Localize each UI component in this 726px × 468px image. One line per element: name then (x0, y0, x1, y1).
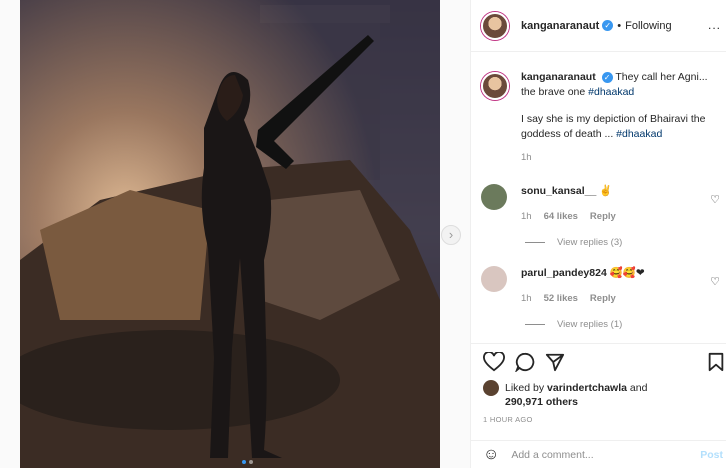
view-replies-link[interactable]: View replies (3) (525, 237, 622, 248)
caption-hashtag-2[interactable]: #dhaakad (616, 128, 662, 140)
likes-summary: Liked by varindertchawla and 290,971 oth… (483, 380, 647, 409)
following-button[interactable]: Following (625, 20, 671, 32)
comment-meta: 1h 52 likes Reply (521, 293, 645, 304)
author-username[interactable]: kanganaranaut (521, 20, 599, 32)
bookmark-icon[interactable] (707, 352, 725, 372)
likes-count[interactable]: 290,971 others (505, 396, 578, 408)
post-timestamp[interactable]: 1 HOUR AGO (483, 415, 533, 424)
reply-button[interactable]: Reply (590, 293, 616, 304)
comment-time: 1h (521, 293, 532, 304)
caption-hashtag-1[interactable]: #dhaakad (588, 86, 634, 98)
commenter-username[interactable]: parul_pandey824 (521, 267, 607, 279)
comment-time: 1h (521, 211, 532, 222)
comment-body: sonu_kansal__ ✌ 1h 64 likes Reply (521, 184, 616, 222)
caption-username[interactable]: kanganaranaut (521, 71, 596, 83)
liker-avatar[interactable] (483, 380, 499, 396)
replies-divider (525, 324, 545, 325)
commenter-avatar[interactable] (481, 266, 507, 292)
comment-text: 🥰🥰❤ (609, 267, 645, 279)
post-header: kanganaranaut ✓ • Following ... (471, 0, 726, 52)
post-comment-button[interactable]: Post (700, 449, 723, 461)
view-replies-link[interactable]: View replies (1) (525, 319, 622, 330)
commenter-avatar[interactable] (481, 184, 507, 210)
comment-item: parul_pandey824 🥰🥰❤ 1h 52 likes Reply (481, 266, 721, 304)
carousel-dot (249, 460, 253, 464)
post-actions (471, 343, 726, 379)
caption-avatar[interactable] (481, 72, 509, 100)
post-side-panel: kanganaranaut ✓ • Following ... kanganar… (470, 0, 726, 468)
author-avatar[interactable] (481, 11, 509, 40)
reply-button[interactable]: Reply (590, 211, 616, 222)
likes-joiner: and (629, 382, 648, 394)
header-separator: • (617, 19, 622, 32)
post-caption: kanganaranaut ✓ They call her Agni... th… (481, 70, 721, 165)
post-image[interactable] (20, 0, 440, 468)
comment-likes[interactable]: 52 likes (544, 293, 578, 304)
comment-item: sonu_kansal__ ✌ 1h 64 likes Reply (481, 184, 721, 222)
like-heart-icon[interactable] (483, 351, 505, 372)
likes-prefix: Liked by (505, 382, 545, 394)
carousel-dot-active (242, 460, 246, 464)
share-paper-plane-icon[interactable] (545, 352, 565, 372)
verified-badge-icon: ✓ (601, 72, 613, 83)
comment-text: ✌ (599, 185, 613, 197)
add-comment-bar: ☺ Add a comment... Post (471, 440, 726, 468)
comment-like-heart-icon[interactable]: ♡ (710, 275, 720, 288)
replies-divider (525, 242, 545, 243)
likes-text: Liked by varindertchawla and 290,971 oth… (505, 381, 647, 409)
commenter-username[interactable]: sonu_kansal__ (521, 185, 596, 197)
next-image-button[interactable]: › (441, 225, 461, 245)
comment-input[interactable]: Add a comment... (511, 449, 593, 461)
caption-time: 1h (521, 152, 532, 163)
comment-like-heart-icon[interactable]: ♡ (710, 193, 720, 206)
comment-body: parul_pandey824 🥰🥰❤ 1h 52 likes Reply (521, 266, 645, 304)
verified-badge-icon: ✓ (602, 20, 614, 31)
comment-likes[interactable]: 64 likes (544, 211, 578, 222)
liker-username[interactable]: varindertchawla (547, 382, 627, 394)
carousel-dots (242, 460, 253, 464)
view-replies-label[interactable]: View replies (1) (557, 319, 622, 330)
caption-body: kanganaranaut ✓ They call her Agni... th… (521, 70, 721, 165)
post-photo (20, 0, 440, 468)
emoji-picker-icon[interactable]: ☺ (483, 446, 499, 464)
comment-meta: 1h 64 likes Reply (521, 211, 616, 222)
view-replies-label[interactable]: View replies (3) (557, 237, 622, 248)
more-options-icon[interactable]: ... (708, 18, 721, 32)
comment-icon[interactable] (515, 352, 535, 372)
caption-text-2: I say she is my depiction of Bhairavi th… (521, 113, 706, 140)
instagram-post: › kanganaranaut ✓ • Following ... kangan… (0, 0, 726, 468)
